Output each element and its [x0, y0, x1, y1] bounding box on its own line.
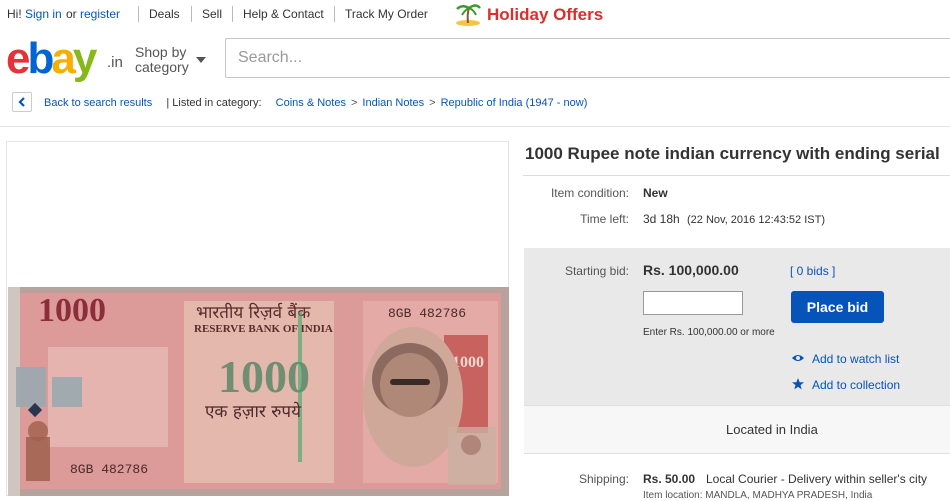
item-location: Item location: MANDLA, MADHYA PRADESH, I… — [643, 490, 873, 501]
search-input[interactable] — [236, 48, 840, 68]
or-text: or — [66, 7, 77, 21]
note-serial-bottom: 8GB 482786 — [70, 462, 148, 477]
star-icon[interactable] — [792, 378, 804, 390]
starting-bid-label: Starting bid: — [564, 264, 629, 278]
banknote-image[interactable]: 1000 भारतीय रिज़र्व बैंक RESERVE BANK OF… — [8, 287, 509, 496]
track-order-link[interactable]: Track My Order — [345, 7, 428, 21]
sign-in-link[interactable]: Sign in — [25, 7, 62, 21]
breadcrumb-coins-notes[interactable]: Coins & Notes — [276, 97, 346, 109]
holiday-offers-link[interactable]: Holiday Offers — [487, 5, 603, 25]
shipping-label: Shipping: — [578, 472, 629, 486]
bid-amount-input[interactable] — [643, 291, 743, 315]
note-serial-top: 8GB 482786 — [388, 306, 466, 321]
located-in-text: Located in India — [726, 422, 818, 437]
starting-bid-value: Rs. 100,000.00 — [643, 262, 739, 278]
chevron-left-icon — [18, 97, 25, 107]
condition-label: Item condition: — [550, 186, 629, 200]
palm-tree-icon[interactable] — [454, 2, 482, 26]
register-link[interactable]: register — [80, 7, 120, 21]
title-divider — [523, 175, 950, 176]
back-to-search-link[interactable]: Back to search results — [44, 97, 152, 109]
ebay-logo[interactable]: ebay — [6, 34, 97, 84]
listed-in-label: | Listed in category: — [166, 97, 262, 109]
note-bank-hindi: भारतीय रिज़र्व बैंक — [196, 302, 311, 323]
top-bar: Hi! Sign in or register Deals Sell Help … — [0, 0, 950, 28]
bid-count-link[interactable]: [ 0 bids ] — [790, 264, 835, 278]
divider — [334, 6, 335, 22]
note-bank-english: RESERVE BANK OF INDIA — [194, 323, 333, 335]
condition-value: New — [643, 186, 668, 200]
help-contact-link[interactable]: Help & Contact — [243, 7, 324, 21]
breadcrumb-indian-notes[interactable]: Indian Notes — [362, 97, 424, 109]
add-to-watch-list-link[interactable]: Add to watch list — [812, 352, 899, 366]
shipping-price: Rs. 50.00 — [643, 472, 696, 486]
eye-icon[interactable] — [792, 353, 804, 363]
divider — [232, 6, 233, 22]
note-denomination-left: 1000 — [38, 292, 106, 329]
time-left-label: Time left: — [580, 212, 629, 226]
location-banner: Located in India — [524, 405, 950, 454]
back-button[interactable] — [12, 92, 32, 112]
place-bid-button[interactable]: Place bid — [791, 291, 884, 323]
sell-link[interactable]: Sell — [202, 7, 222, 21]
minimum-bid-hint: Enter Rs. 100,000.00 or more — [643, 327, 775, 338]
time-left-detail: (22 Nov, 2016 12:43:52 IST) — [687, 214, 825, 226]
header-divider — [0, 126, 950, 127]
category-label: category — [135, 59, 189, 75]
shipping-method: Local Courier - Delivery within seller's… — [706, 472, 928, 486]
shop-by-label: Shop by — [135, 44, 187, 60]
deals-link[interactable]: Deals — [149, 7, 180, 21]
breadcrumb-republic-of-india[interactable]: Republic of India (1947 - now) — [441, 97, 588, 109]
search-box[interactable] — [225, 38, 950, 78]
note-amount-hindi: एक हज़ार रुपये — [205, 401, 302, 422]
time-left-value: 3d 18h — [643, 212, 680, 226]
note-denomination-center: 1000 — [218, 351, 310, 402]
greeting-text: Hi! — [7, 7, 22, 21]
divider — [191, 6, 192, 22]
shop-by-category-button[interactable]: Shop by category — [135, 45, 189, 75]
item-title: 1000 Rupee note indian currency with end… — [525, 144, 940, 163]
breadcrumb: Back to search results | Listed in categ… — [44, 97, 588, 109]
add-to-collection-link[interactable]: Add to collection — [812, 378, 900, 392]
chevron-down-icon[interactable] — [196, 57, 206, 63]
logo-suffix: .in — [107, 54, 123, 71]
divider — [138, 6, 139, 22]
